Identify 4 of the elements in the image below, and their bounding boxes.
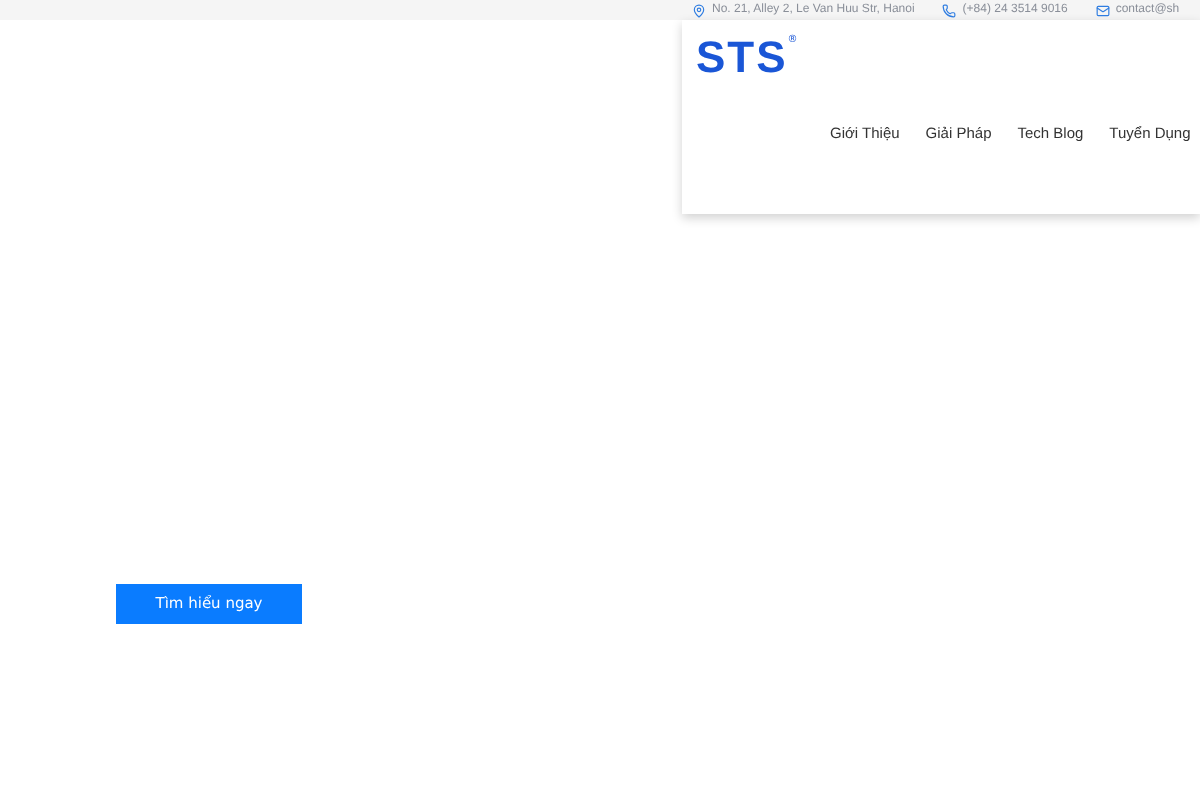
envelope-icon — [1095, 3, 1110, 17]
phone-icon — [942, 3, 957, 17]
map-pin-icon — [692, 3, 706, 17]
logo[interactable]: STS — [696, 36, 788, 80]
